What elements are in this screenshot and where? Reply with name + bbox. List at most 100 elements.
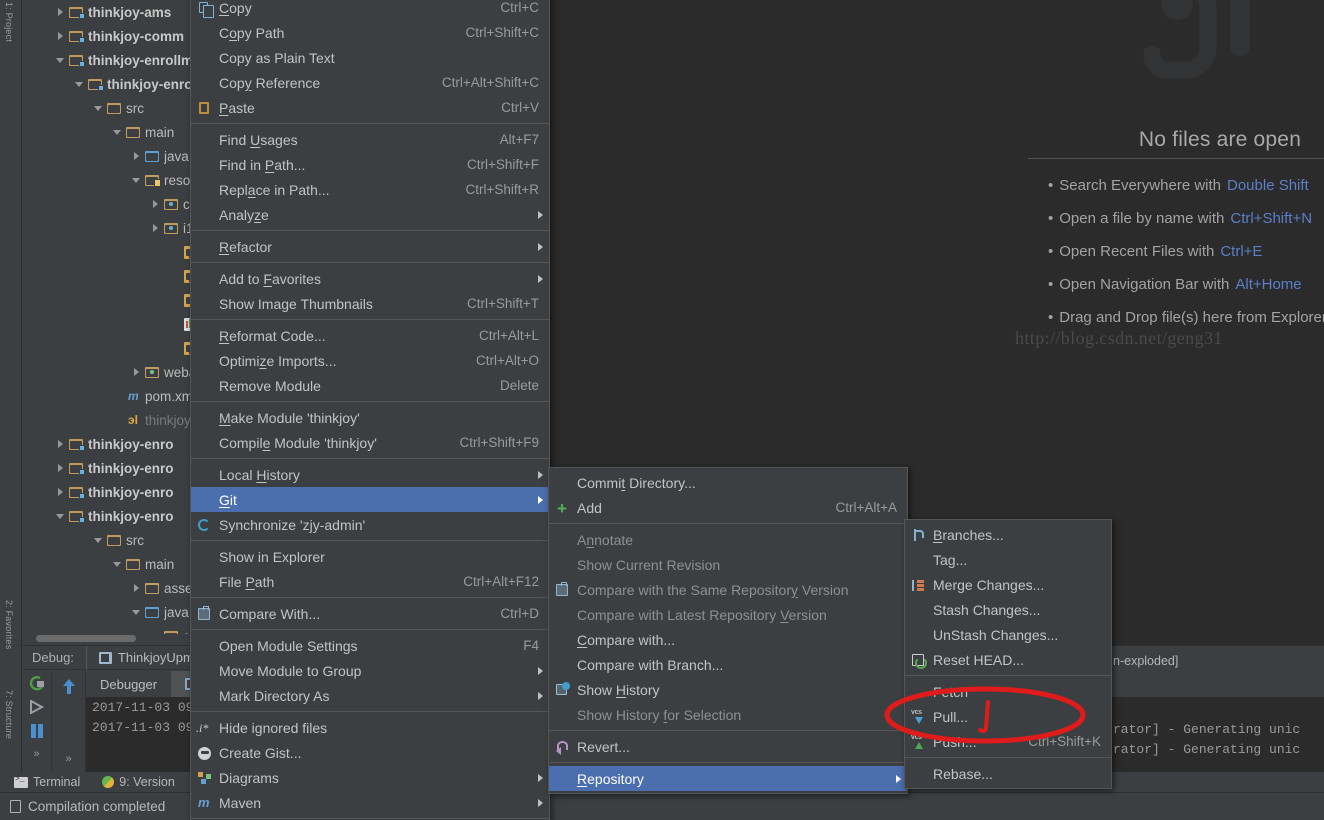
- menu-item[interactable]: .i* Hide ignored files: [191, 715, 549, 740]
- menu-item[interactable]: Create Gist...: [191, 740, 549, 765]
- debug-tab[interactable]: Debugger: [86, 671, 171, 697]
- menu-item[interactable]: Remove Module Delete: [191, 373, 549, 398]
- menu-item[interactable]: Fetch: [905, 679, 1111, 704]
- tree-item[interactable]: эlthinkjoy-er: [22, 408, 200, 432]
- step-out-icon[interactable]: [61, 677, 77, 695]
- tool-button-terminal[interactable]: Terminal: [14, 775, 80, 789]
- menu-item[interactable]: Paste Ctrl+V: [191, 95, 549, 120]
- menu-item[interactable]: + Add Ctrl+Alt+A: [549, 495, 907, 520]
- project-tree-panel[interactable]: thinkjoy-ams thinkjoy-comm thinkjoy-enroll…: [22, 0, 200, 645]
- tree-item[interactable]: m pom.xml: [22, 384, 200, 408]
- tree-expand-arrow-icon[interactable]: [55, 438, 67, 450]
- tree-item[interactable]: i18: [22, 216, 200, 240]
- tree-item[interactable]: weba: [22, 360, 200, 384]
- menu-item[interactable]: Show History: [549, 677, 907, 702]
- menu-item[interactable]: Open Module Settings F4: [191, 633, 549, 658]
- tree-item[interactable]: thinkjoy-enro: [22, 432, 200, 456]
- tree-item[interactable]: thinkjoy-enro: [22, 504, 200, 528]
- tree-expand-arrow-icon[interactable]: [112, 126, 124, 138]
- tree-item[interactable]: java: [22, 600, 200, 624]
- tree-expand-arrow-icon[interactable]: [131, 582, 143, 594]
- tool-button-project[interactable]: 1: Project: [4, 2, 14, 42]
- tree-item[interactable]: main: [22, 552, 200, 576]
- tree-item[interactable]: ap: [22, 264, 200, 288]
- menu-item[interactable]: UnStash Changes...: [905, 622, 1111, 647]
- menu-item[interactable]: Revert...: [549, 734, 907, 759]
- git-submenu[interactable]: Commit Directory... + Add Ctrl+Alt+A Annotat…: [548, 467, 908, 794]
- menu-item[interactable]: Synchronize 'zjy-admin': [191, 512, 549, 537]
- menu-item[interactable]: Optimize Imports... Ctrl+Alt+O: [191, 348, 549, 373]
- tree-expand-arrow-icon[interactable]: [112, 558, 124, 570]
- project-tree-hscrollbar[interactable]: [22, 634, 200, 643]
- menu-item[interactable]: Show History for Selection: [549, 702, 907, 727]
- menu-item[interactable]: Copy Reference Ctrl+Alt+Shift+C: [191, 70, 549, 95]
- more-run-actions-icon[interactable]: »: [33, 748, 39, 760]
- tree-expand-arrow-icon[interactable]: [93, 534, 105, 546]
- menu-item[interactable]: Move Module to Group: [191, 658, 549, 683]
- tree-item[interactable]: log: [22, 312, 200, 336]
- menu-item[interactable]: Branches...: [905, 522, 1111, 547]
- menu-item[interactable]: Compare with...: [549, 627, 907, 652]
- tree-expand-arrow-icon[interactable]: [150, 222, 162, 234]
- tree-item[interactable]: thinkjoy-ams: [22, 0, 200, 24]
- menu-item[interactable]: Reformat Code... Ctrl+Alt+L: [191, 323, 549, 348]
- menu-item[interactable]: Analyze: [191, 202, 549, 227]
- menu-item[interactable]: Copy Path Ctrl+Shift+C: [191, 20, 549, 45]
- tree-item[interactable]: ap: [22, 240, 200, 264]
- menu-item[interactable]: Diagrams: [191, 765, 549, 790]
- tree-item[interactable]: eh: [22, 288, 200, 312]
- tree-item[interactable]: thinkjoy-enro: [22, 456, 200, 480]
- tree-expand-arrow-icon[interactable]: [55, 510, 67, 522]
- tool-button-version-control[interactable]: 9: Version: [102, 775, 175, 789]
- menu-item[interactable]: Show Image Thumbnails Ctrl+Shift+T: [191, 291, 549, 316]
- tree-expand-arrow-icon[interactable]: [55, 462, 67, 474]
- tree-expand-arrow-icon[interactable]: [131, 366, 143, 378]
- tree-item[interactable]: thinkjoy-enrollm: [22, 48, 200, 72]
- menu-item[interactable]: Compare with the Same Repository Version: [549, 577, 907, 602]
- menu-item[interactable]: Add to Favorites: [191, 266, 549, 291]
- more-step-actions-icon[interactable]: »: [65, 753, 71, 765]
- menu-item[interactable]: Merge Changes...: [905, 572, 1111, 597]
- menu-item[interactable]: Replace in Path... Ctrl+Shift+R: [191, 177, 549, 202]
- tree-item[interactable]: resou: [22, 168, 200, 192]
- tool-button-structure[interactable]: 7: Structure: [4, 690, 14, 739]
- menu-item[interactable]: Refactor: [191, 234, 549, 259]
- menu-item[interactable]: Local History: [191, 462, 549, 487]
- tree-expand-arrow-icon[interactable]: [93, 102, 105, 114]
- tree-expand-arrow-icon[interactable]: [131, 150, 143, 162]
- tree-item[interactable]: thinkjoy-enro: [22, 480, 200, 504]
- tree-item[interactable]: thinkjoy-comm: [22, 24, 200, 48]
- menu-item[interactable]: Show in Explorer: [191, 544, 549, 569]
- menu-item[interactable]: Tag...: [905, 547, 1111, 572]
- menu-item[interactable]: Compare with Latest Repository Version: [549, 602, 907, 627]
- resume-icon[interactable]: [28, 700, 46, 714]
- context-menu[interactable]: Copy Ctrl+C Copy Path Ctrl+Shift+C Copy as P…: [190, 0, 550, 820]
- tree-expand-arrow-icon[interactable]: [55, 54, 67, 66]
- menu-item[interactable]: File Path Ctrl+Alt+F12: [191, 569, 549, 594]
- menu-item[interactable]: vcs Pull...: [905, 704, 1111, 729]
- tree-expand-arrow-icon[interactable]: [131, 174, 143, 186]
- tree-expand-arrow-icon[interactable]: [55, 486, 67, 498]
- tree-expand-arrow-icon[interactable]: [150, 198, 162, 210]
- menu-item[interactable]: Repository: [549, 766, 907, 791]
- tree-item[interactable]: co: [22, 192, 200, 216]
- tree-expand-arrow-icon[interactable]: [131, 606, 143, 618]
- tree-item[interactable]: src: [22, 528, 200, 552]
- menu-item[interactable]: Copy Ctrl+C: [191, 0, 549, 20]
- menu-item[interactable]: Rebase...: [905, 761, 1111, 786]
- tree-item[interactable]: java: [22, 144, 200, 168]
- tree-item[interactable]: main: [22, 120, 200, 144]
- menu-item[interactable]: Commit Directory...: [549, 470, 907, 495]
- tree-expand-arrow-icon[interactable]: [74, 78, 86, 90]
- menu-item[interactable]: Annotate: [549, 527, 907, 552]
- menu-item[interactable]: vcs Push... Ctrl+Shift+K: [905, 729, 1111, 754]
- rerun-icon[interactable]: [28, 675, 46, 691]
- menu-item[interactable]: Copy as Plain Text: [191, 45, 549, 70]
- menu-item[interactable]: Compile Module 'thinkjoy' Ctrl+Shift+F9: [191, 430, 549, 455]
- menu-item[interactable]: Reset HEAD...: [905, 647, 1111, 672]
- menu-item[interactable]: Compare with Branch...: [549, 652, 907, 677]
- tree-item[interactable]: src: [22, 96, 200, 120]
- pause-icon[interactable]: [28, 723, 46, 739]
- menu-item[interactable]: m Maven: [191, 790, 549, 815]
- tree-item[interactable]: thinkjoy-enro: [22, 72, 200, 96]
